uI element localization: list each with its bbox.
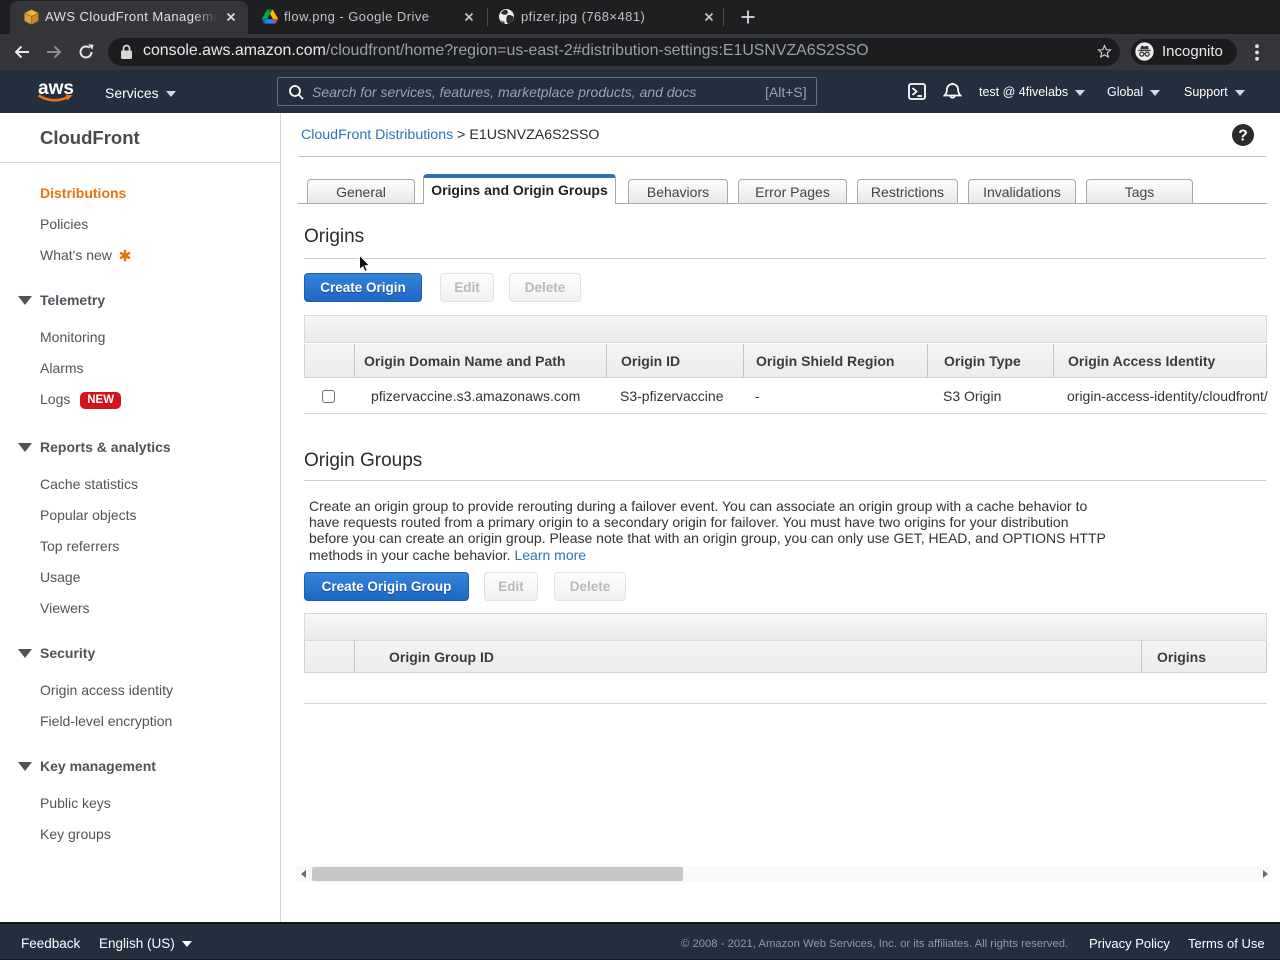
svg-text:?: ?: [1238, 128, 1247, 145]
